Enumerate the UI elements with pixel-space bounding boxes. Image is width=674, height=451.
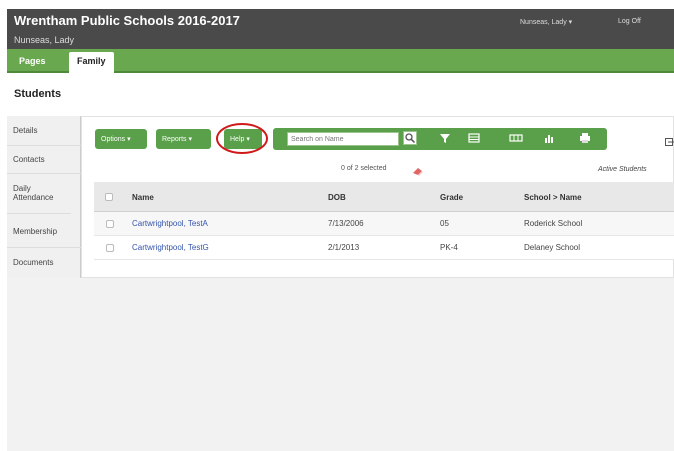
app-header: Wrentham Public Schools 2016-2017 Nunsea…: [7, 9, 674, 49]
grid-view-icon[interactable]: [467, 131, 481, 145]
row-checkbox[interactable]: [106, 220, 114, 228]
table-row[interactable]: Cartwrightpool, TestA 7/13/2006 05 Roder…: [94, 212, 674, 236]
column-header-school[interactable]: School > Name: [524, 193, 582, 202]
student-name-link[interactable]: Cartwrightpool, TestG: [132, 243, 209, 252]
student-grade: PK-4: [440, 243, 458, 252]
tab-pages[interactable]: Pages: [11, 52, 54, 73]
search-input[interactable]: [287, 132, 399, 146]
column-header-name[interactable]: Name: [132, 193, 154, 202]
selected-count: 0 of 2 selected: [341, 165, 387, 172]
tab-bar: Pages Family: [7, 49, 674, 73]
current-user-name: Nunseas, Lady: [14, 35, 75, 45]
side-navigation: Details Contacts Daily Attendance Member…: [7, 116, 81, 278]
page-background: [7, 278, 674, 451]
user-menu[interactable]: Nunseas, Lady ▾: [520, 18, 572, 26]
table-row[interactable]: Cartwrightpool, TestG 2/1/2013 PK-4 Dela…: [94, 236, 674, 260]
sidenav-item-contacts[interactable]: Contacts: [7, 146, 81, 174]
filter-icon[interactable]: [438, 131, 452, 145]
tab-family[interactable]: Family: [69, 52, 114, 73]
student-school: Roderick School: [524, 219, 583, 228]
eraser-icon[interactable]: [412, 163, 424, 176]
help-highlight-circle: [216, 123, 268, 154]
active-filter-label[interactable]: Active Students: [598, 166, 647, 173]
select-all-checkbox[interactable]: [105, 193, 113, 201]
student-dob: 2/1/2013: [328, 243, 360, 252]
column-header-dob[interactable]: DOB: [328, 193, 346, 202]
student-dob: 7/13/2006: [328, 219, 364, 228]
column-header-grade[interactable]: Grade: [440, 193, 463, 202]
chart-icon[interactable]: [542, 131, 556, 145]
reports-button[interactable]: Reports ▾: [156, 129, 211, 149]
row-checkbox[interactable]: [106, 244, 114, 252]
options-button[interactable]: Options ▾: [95, 129, 147, 149]
sidenav-item-daily-attendance[interactable]: Daily Attendance: [7, 174, 71, 214]
columns-icon[interactable]: [509, 131, 523, 145]
page-title: Students: [14, 88, 62, 100]
student-name-link[interactable]: Cartwrightpool, TestA: [132, 219, 208, 228]
print-icon[interactable]: [578, 131, 592, 145]
search-icon[interactable]: [403, 131, 417, 145]
sidenav-item-documents[interactable]: Documents: [7, 248, 81, 278]
student-grade: 05: [440, 219, 449, 228]
sidenav-item-details[interactable]: Details: [7, 116, 81, 146]
school-title: Wrentham Public Schools 2016-2017: [14, 13, 240, 28]
sidenav-item-membership[interactable]: Membership: [7, 214, 81, 248]
export-icon[interactable]: [665, 134, 674, 146]
student-school: Delaney School: [524, 243, 581, 252]
logoff-link[interactable]: Log Off: [618, 18, 641, 25]
table-header: [94, 182, 674, 212]
